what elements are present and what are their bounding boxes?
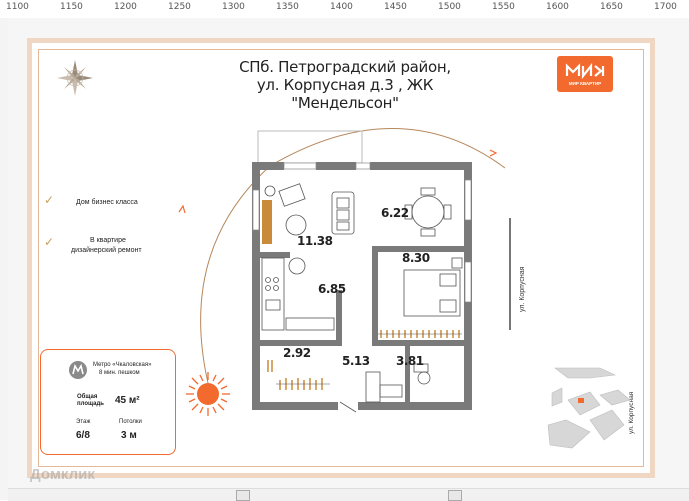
street-label: ул. Корпусная: [519, 266, 526, 312]
area-label-line2: площадь: [77, 401, 104, 407]
logo-text: МИР КВАРТИР: [568, 81, 602, 86]
room-area-bedroom: 8.30: [402, 251, 430, 265]
feature-business-class: Дом бизнес класса: [76, 199, 138, 206]
location-marker: [578, 398, 584, 403]
logo-mark-icon: [565, 62, 605, 80]
location-map: [547, 367, 631, 449]
plan-title: СПб. Петроградский район, ул. Корпусная …: [215, 58, 475, 112]
room-area-bathroom: 3.81: [396, 354, 424, 368]
metro-icon: [69, 361, 87, 379]
feature-renovation-line1: В квартире: [90, 237, 126, 244]
floor-label: Этаж: [76, 419, 91, 425]
street-label-map: ул. Корпусная: [628, 391, 635, 434]
agency-logo: МИР КВАРТИР: [557, 56, 613, 92]
scroll-handle[interactable]: [448, 490, 462, 501]
horizontal-scrollbar[interactable]: [8, 488, 689, 501]
apartment-info-card: Метро «Чкаловская» 8 мин. пешком Общая п…: [40, 349, 176, 455]
sun-icon: [186, 372, 230, 416]
checkmark-icon: ✓: [44, 193, 55, 207]
balcony: [257, 130, 363, 164]
watermark: Домклик: [30, 466, 95, 483]
room-area-storage: 2.92: [283, 346, 311, 360]
walls: [252, 162, 472, 410]
floor-value: 6/8: [76, 430, 90, 441]
ceiling-value: 3 м: [121, 430, 137, 441]
room-area-kitchen: 6.85: [318, 282, 346, 296]
furniture: [261, 183, 463, 413]
checkmark-icon: ✓: [44, 235, 55, 249]
moon-icon: [499, 160, 508, 178]
feature-renovation: В квартире: [90, 236, 126, 245]
compass-icon: [57, 60, 93, 96]
scroll-thumb[interactable]: [236, 490, 250, 501]
room-area-dining: 6.22: [381, 206, 409, 220]
plan-title-line1: СПб. Петроградский район,: [239, 58, 451, 76]
area-label-line1: Общая: [77, 394, 98, 400]
ceiling-label: Потолки: [119, 419, 142, 425]
room-area-hallway: 5.13: [342, 354, 370, 368]
room-area-living: 11.38: [297, 234, 333, 248]
metro-walk-time: 8 мин. пешком: [99, 370, 140, 376]
area-value: 45 м²: [115, 395, 140, 406]
plan-title-line2: ул. Корпусная д.3 , ЖК "Мендельсон": [256, 76, 434, 112]
metro-station: Метро «Чкаловская»: [93, 362, 152, 368]
feature-renovation-line2: дизайнерский ремонт: [71, 247, 142, 254]
